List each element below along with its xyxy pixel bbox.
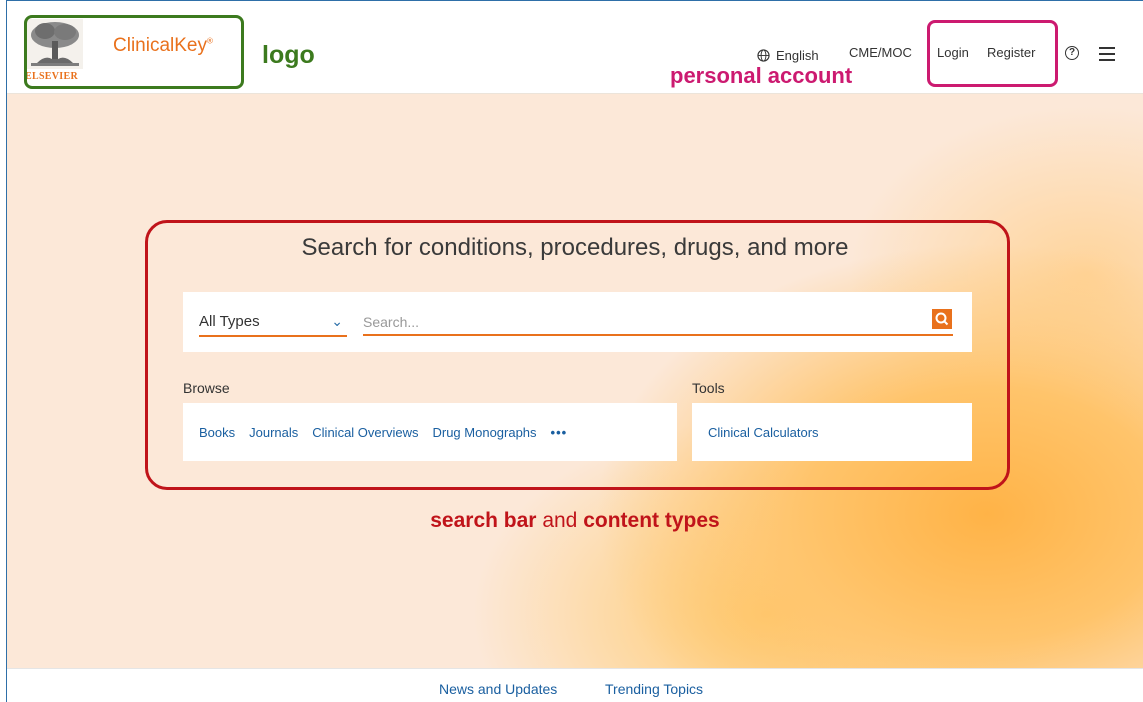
cme-moc-link[interactable]: CME/MOC (849, 45, 912, 60)
language-label: English (776, 47, 819, 63)
help-icon[interactable]: ? (1065, 46, 1079, 60)
trending-topics-link[interactable]: Trending Topics (605, 681, 703, 697)
account-annotation-box (927, 20, 1058, 87)
logo-annotation-label: logo (262, 41, 315, 69)
menu-icon[interactable] (1099, 47, 1115, 61)
search-annotation-box (145, 220, 1010, 490)
site-footer: News and Updates Trending Topics (7, 668, 1143, 702)
app-window: ELSEVIER ClinicalKey® English CME/MOC Lo… (6, 0, 1143, 702)
logo-annotation-box (24, 15, 244, 89)
account-annotation-label: personal account (670, 63, 853, 88)
globe-icon (757, 48, 770, 62)
search-annotation-label: search bar and content types (430, 509, 720, 532)
news-and-updates-link[interactable]: News and Updates (439, 681, 557, 697)
language-selector[interactable]: English (757, 45, 819, 65)
